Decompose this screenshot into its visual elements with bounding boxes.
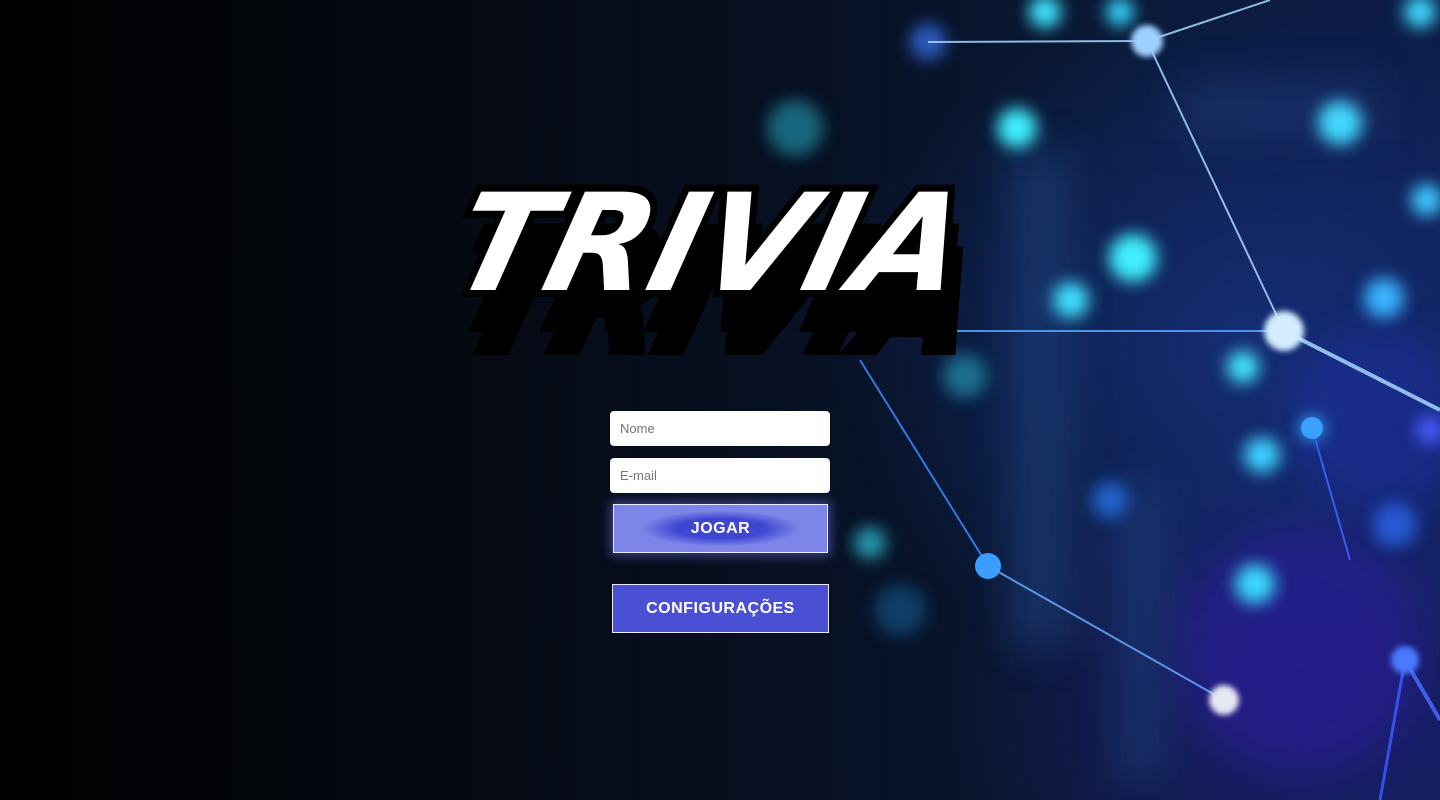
login-form: JOGAR CONFIGURAÇÕES	[610, 411, 830, 633]
trivia-logo-text: TRIVIA	[438, 166, 982, 323]
name-input[interactable]	[610, 411, 830, 446]
settings-button[interactable]: CONFIGURAÇÕES	[612, 584, 829, 633]
network-background-image	[767, 0, 1440, 800]
trivia-logo: TRIVIA TRIVIA TRIVIA TRIVIA	[431, 159, 998, 365]
email-input[interactable]	[610, 458, 830, 493]
login-screen: TRIVIA TRIVIA TRIVIA TRIVIA JOGAR CONFIG…	[0, 0, 1440, 800]
play-button[interactable]: JOGAR	[613, 504, 828, 553]
